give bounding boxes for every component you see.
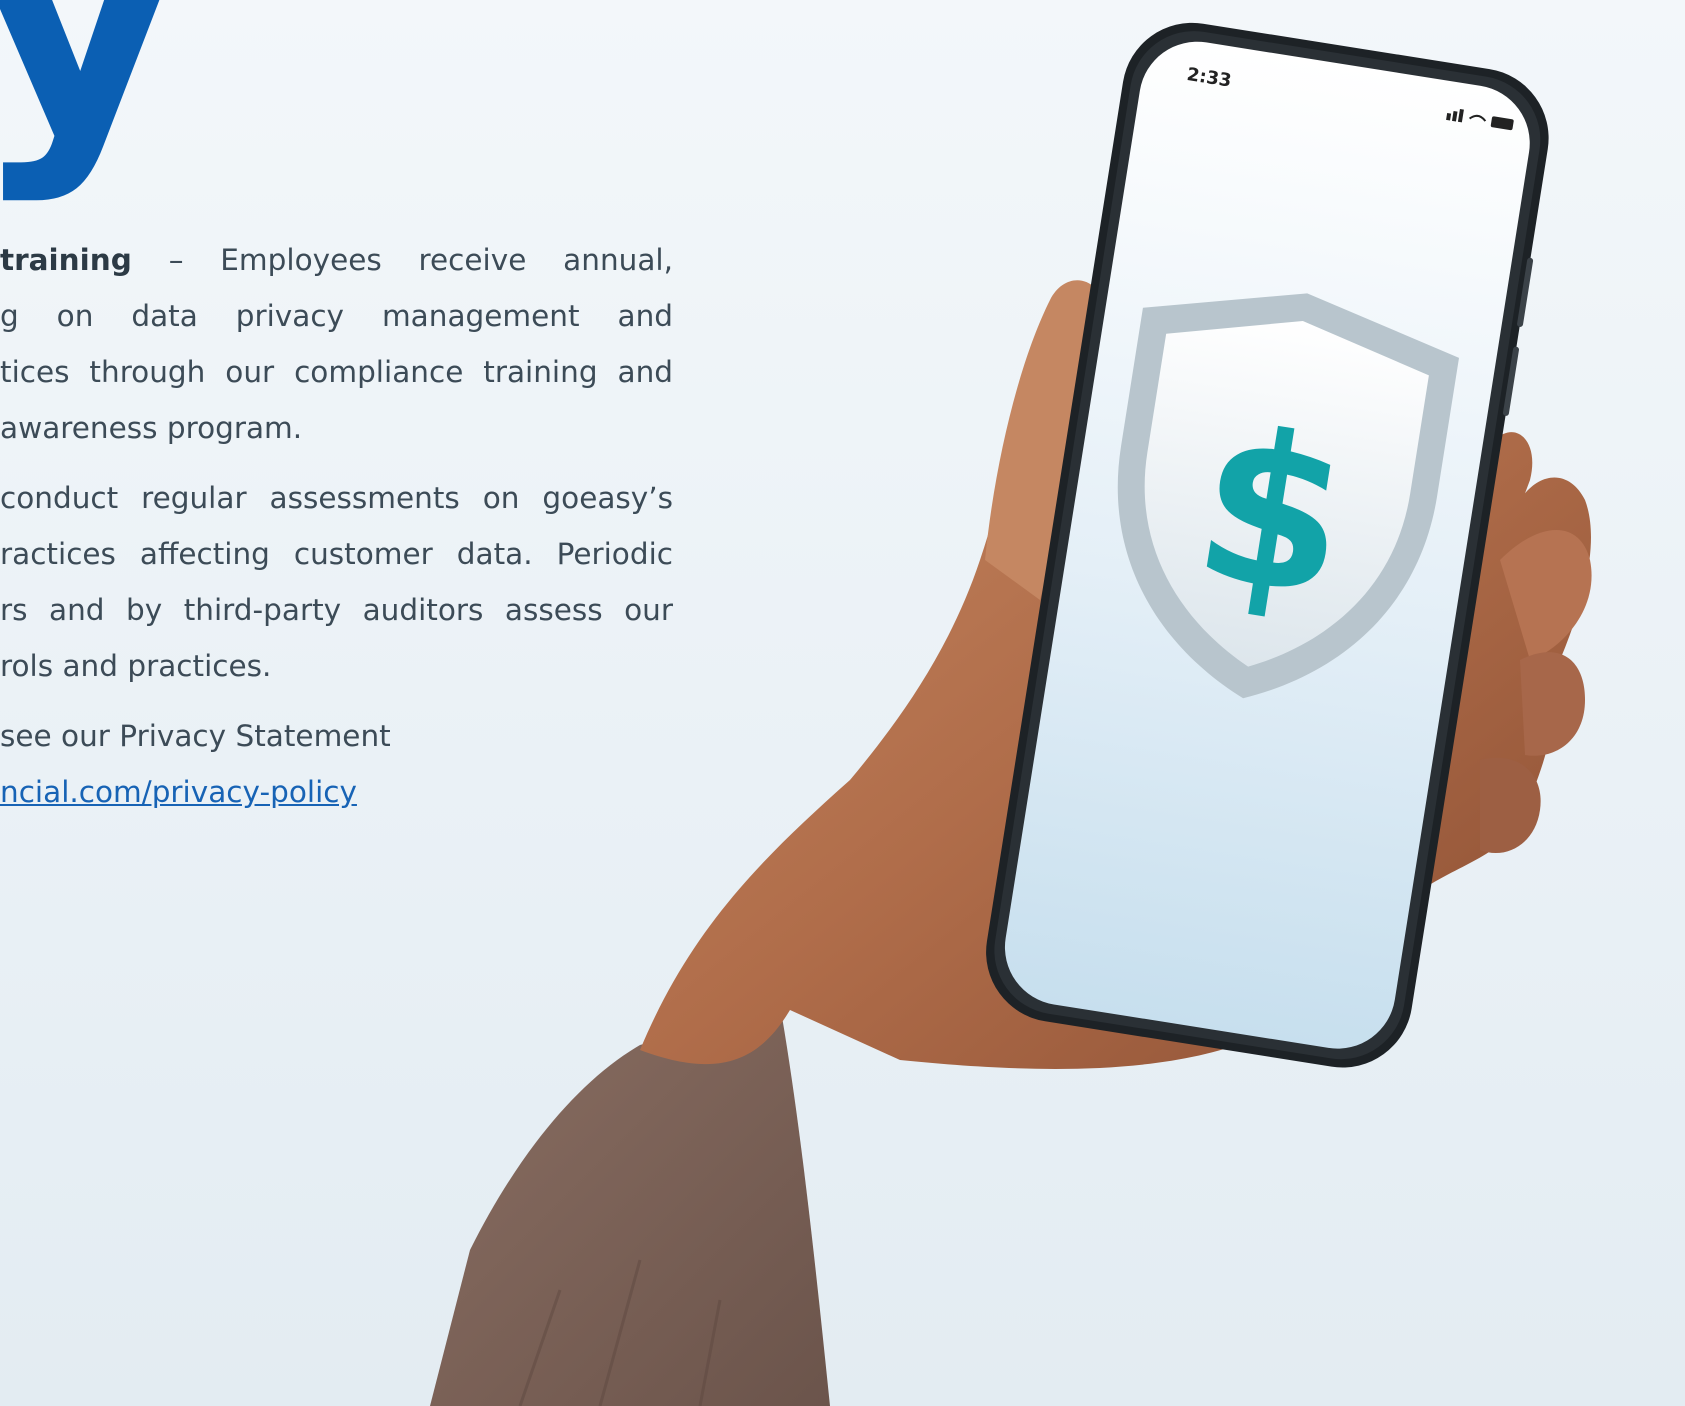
report-page: y training – Employees receive annual, g…	[0, 0, 1685, 1406]
sleeve	[430, 1005, 830, 1406]
hand-holding-phone-photo: 2:33 $	[430, 22, 1592, 1406]
